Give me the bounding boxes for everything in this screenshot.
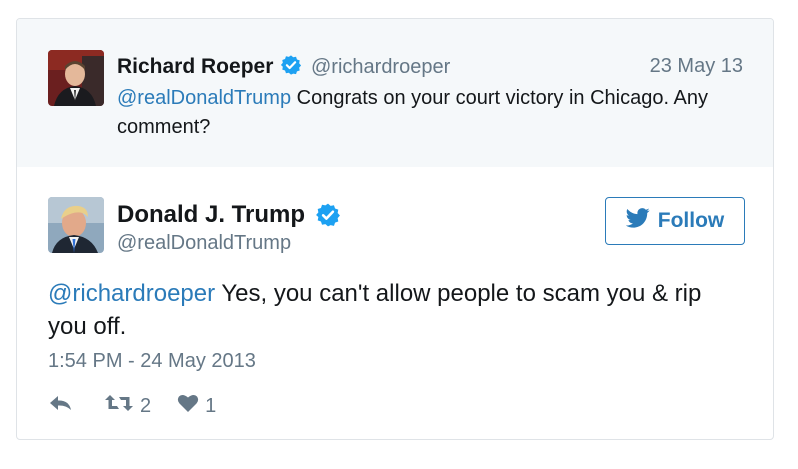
- author-name[interactable]: Donald J. Trump: [117, 201, 305, 229]
- avatar[interactable]: [48, 50, 104, 106]
- tweet-date[interactable]: 23 May 13: [650, 55, 743, 78]
- follow-label: Follow: [657, 209, 725, 232]
- tweet-actions: 2 1: [48, 393, 216, 419]
- twitter-bird-icon: [625, 208, 650, 234]
- avatar[interactable]: [48, 197, 104, 253]
- follow-button[interactable]: Follow: [605, 197, 745, 245]
- author-name[interactable]: Richard Roeper: [117, 55, 273, 79]
- author-handle[interactable]: @realDonaldTrump: [117, 232, 291, 255]
- mention-link[interactable]: @realDonaldTrump: [117, 87, 291, 109]
- parent-tweet[interactable]: Richard Roeper @richardroeper 23 May 13 …: [17, 19, 773, 167]
- reply-button[interactable]: [48, 393, 74, 419]
- mention-link[interactable]: @richardroeper: [48, 280, 215, 307]
- embedded-tweet-card: Richard Roeper @richardroeper 23 May 13 …: [16, 18, 774, 440]
- tweet-timestamp[interactable]: 1:54 PM - 24 May 2013: [48, 350, 256, 373]
- like-count: 1: [205, 394, 217, 417]
- tweet-text: @realDonaldTrump Congrats on your court …: [117, 84, 737, 142]
- retweet-icon: [104, 393, 134, 419]
- reply-icon: [48, 393, 74, 419]
- retweet-count: 2: [140, 394, 152, 417]
- heart-icon: [177, 393, 199, 419]
- verified-badge-icon: [280, 54, 302, 81]
- author-handle[interactable]: @richardroeper: [311, 56, 450, 79]
- verified-badge-icon: [315, 202, 341, 233]
- tweet-text: @richardroeper Yes, you can't allow peop…: [48, 277, 738, 343]
- like-button[interactable]: 1: [177, 393, 216, 419]
- retweet-button[interactable]: 2: [104, 393, 151, 419]
